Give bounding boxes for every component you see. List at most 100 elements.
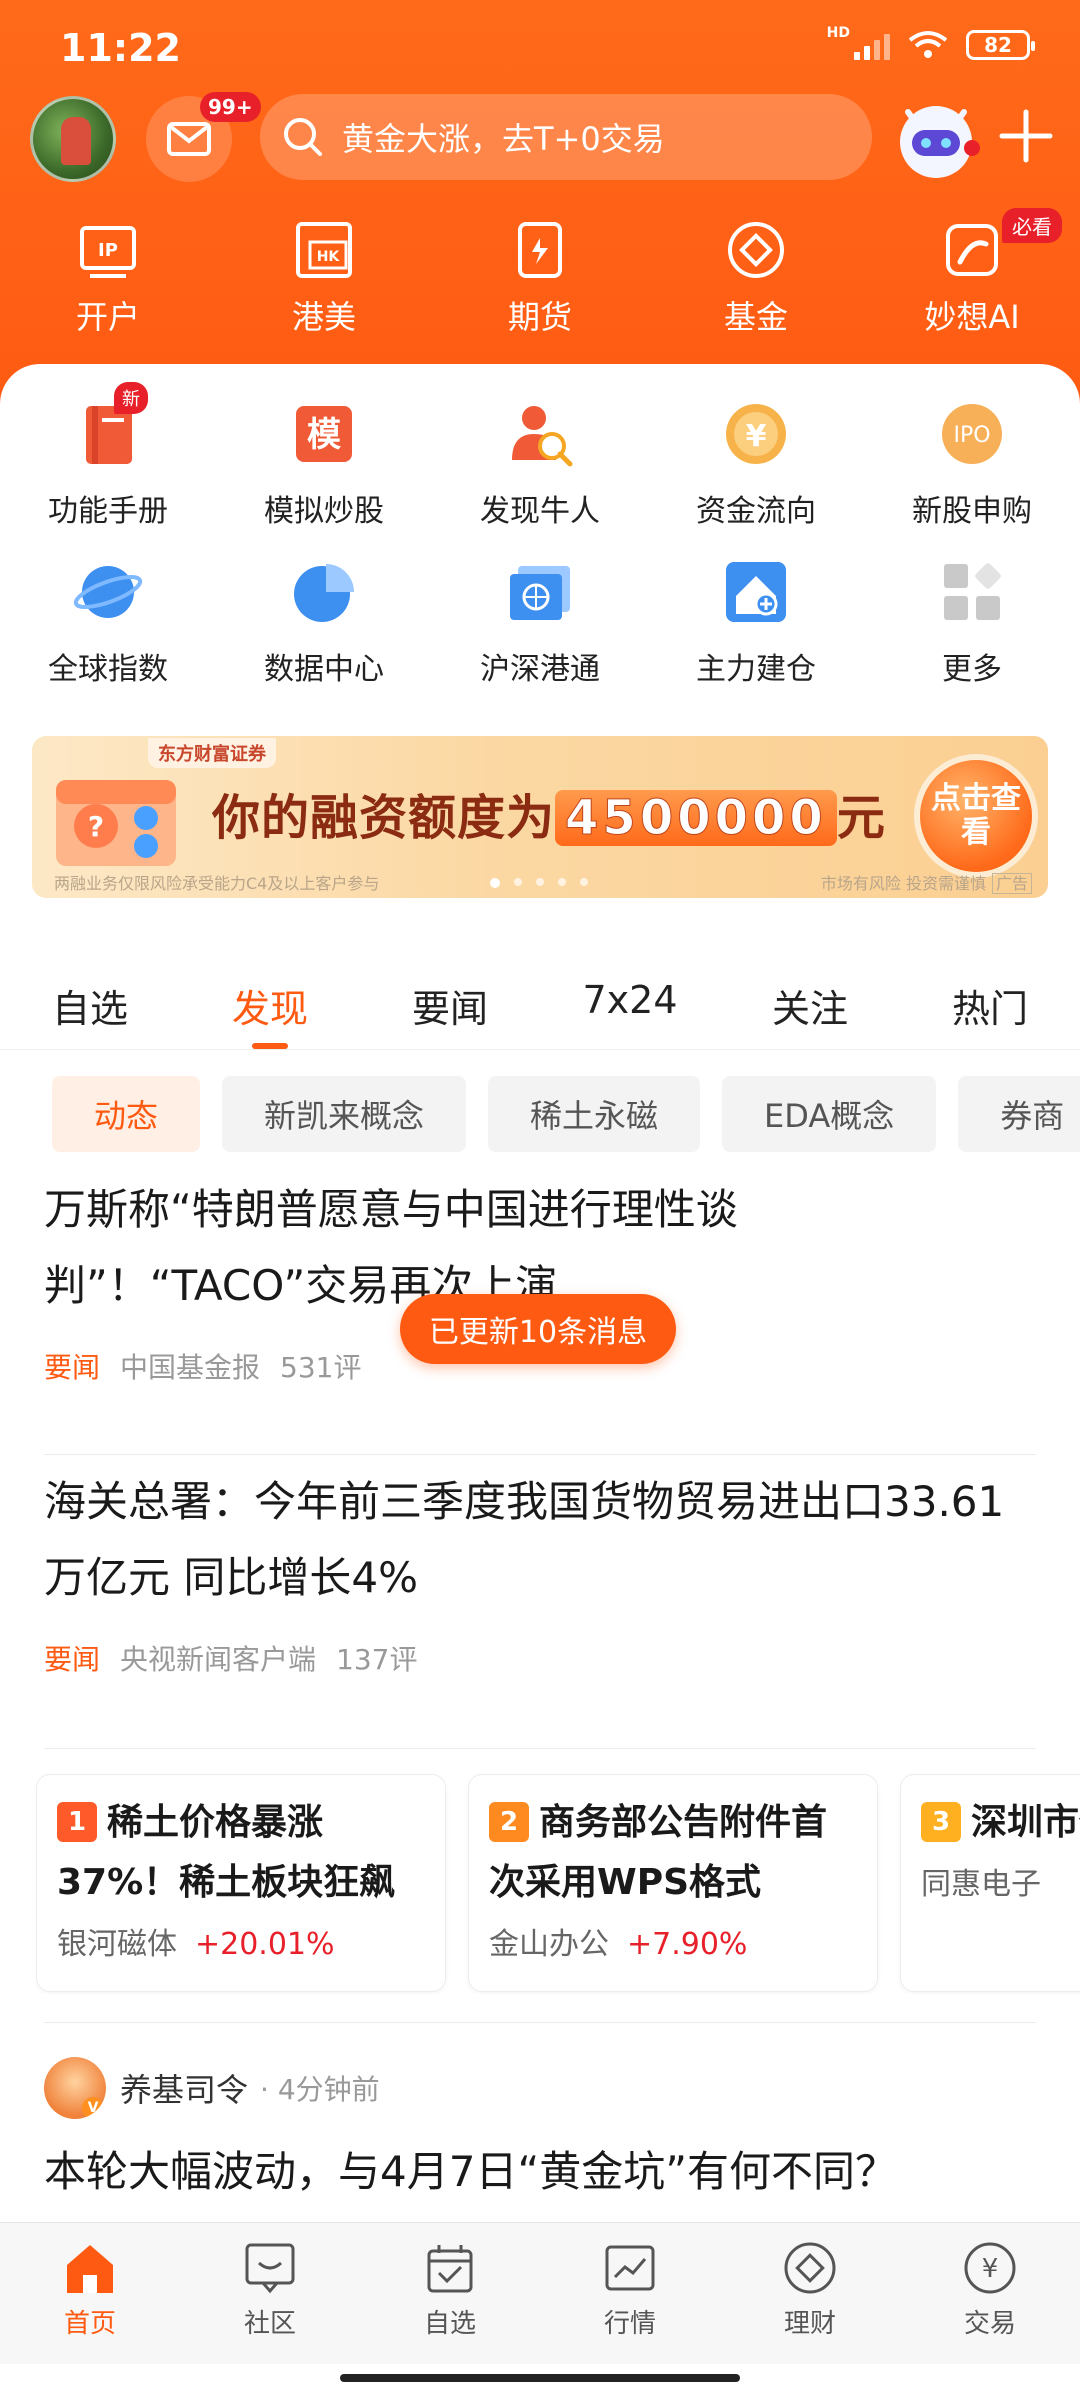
hot-topic-card[interactable]: 1 稀土价格暴涨37%！稀土板块狂飙 银河磁体 +20.01% <box>36 1774 446 1992</box>
hot-topic-card[interactable]: 3深圳市任：新凯 同惠电子 <box>900 1774 1080 1992</box>
feature-capital-flow[interactable]: ¥ 资金流向 <box>648 398 864 530</box>
hot-title-text: 深圳市任：新凯 <box>971 1802 1080 1843</box>
hot-topic-stock: 银河磁体 +20.01% <box>57 1919 425 1963</box>
global-index-icon <box>73 566 143 618</box>
bottom-nav-market[interactable]: 行情 <box>540 2223 720 2364</box>
news-tag: 要闻 <box>44 1351 101 1384</box>
bottom-nav-label: 理财 <box>783 2309 836 2339</box>
main-content: 新 功能手册 模 模拟炒股 发现牛人 ¥ 资金流向 IPO 新股申购 全球指数 … <box>0 364 1080 2224</box>
header: 11:22 HD 82 99+ 黄金大涨，去T+0交易 IP 开户 HK 港美 … <box>0 0 1080 420</box>
tab-7x24[interactable]: 7x24 <box>540 972 720 1049</box>
network-type: HD <box>826 25 850 41</box>
top-bar: 99+ 黄金大涨，去T+0交易 <box>0 92 1080 182</box>
bottom-nav-watchlist[interactable]: 自选 <box>360 2223 540 2364</box>
chip-topic[interactable]: 稀土永磁 <box>488 1076 701 1152</box>
update-toast[interactable]: 已更新10条消息 <box>400 1294 676 1364</box>
watchlist-icon <box>427 2245 473 2293</box>
nav-open-account[interactable]: IP 开户 <box>0 218 216 348</box>
feature-stock-connect[interactable]: 沪深港通 <box>432 556 648 688</box>
nav-futures[interactable]: 期货 <box>432 218 648 348</box>
hot-topic-card[interactable]: 2 商务部公告附件首次采用WPS格式 金山办公 +7.90% <box>468 1774 878 1992</box>
capital-flow-icon: ¥ <box>726 404 786 464</box>
search-placeholder: 黄金大涨，去T+0交易 <box>342 120 665 158</box>
nav-fund[interactable]: 基金 <box>648 218 864 348</box>
ipo-icon: IPO <box>942 404 1002 464</box>
more-icon <box>944 563 1001 620</box>
signal-icon <box>854 30 890 60</box>
search-input[interactable]: 黄金大涨，去T+0交易 <box>260 94 872 180</box>
must-see-badge: 必看 <box>1002 208 1062 243</box>
feature-grid-row-2: 全球指数 数据中心 沪深港通 主力建仓 更多 <box>0 556 1080 688</box>
status-time: 11:22 <box>60 26 181 70</box>
post-author[interactable]: 养基司令 · 4分钟前 <box>44 2056 380 2120</box>
nav-label: 基金 <box>723 298 788 336</box>
feature-discover[interactable]: 发现牛人 <box>432 398 648 530</box>
mail-icon <box>167 122 211 156</box>
chip-topic[interactable]: EDA概念 <box>722 1076 937 1152</box>
banner-headline: 你的融资额度为 4500000 元 <box>212 778 886 848</box>
tab-discover[interactable]: 发现 <box>180 972 360 1049</box>
post-time: · 4分钟前 <box>260 2073 380 2106</box>
margin-ad-banner[interactable]: 东方财富证券 ? 你的融资额度为 4500000 元 点击查看 两融业务仅限风险承受… <box>32 736 1048 898</box>
banner-disclaimer: 两融业务仅限风险承受能力C4及以上客户参与 <box>54 874 380 893</box>
feature-more[interactable]: 更多 <box>864 556 1080 688</box>
nav-ai[interactable]: 妙想AI 必看 <box>864 208 1080 348</box>
bottom-nav-home[interactable]: 首页 <box>0 2223 180 2364</box>
feature-global-index[interactable]: 全球指数 <box>0 556 216 688</box>
feature-label: 沪深港通 <box>480 652 600 687</box>
bottom-nav-label: 自选 <box>423 2309 476 2339</box>
new-badge: 新 <box>114 382 148 414</box>
tab-follow[interactable]: 关注 <box>720 972 900 1049</box>
bottom-nav-label: 行情 <box>603 2309 656 2339</box>
news-comments: 137评 <box>336 1643 418 1676</box>
user-avatar[interactable] <box>30 96 116 182</box>
feature-simulate[interactable]: 模 模拟炒股 <box>216 398 432 530</box>
open-account-icon: IP <box>80 226 136 278</box>
ad-label: 广告 <box>991 873 1032 894</box>
nav-hk-us[interactable]: HK 港美 <box>216 218 432 348</box>
wealth-icon <box>784 2242 836 2294</box>
hk-us-icon: HK <box>296 222 352 278</box>
feature-label: 资金流向 <box>696 494 816 529</box>
news-meta: 要闻 央视新闻客户端 137评 <box>44 1638 1036 1678</box>
hot-topic-title: 3深圳市任：新凯 <box>921 1793 1080 1853</box>
header-nav: IP 开户 HK 港美 期货 基金 妙想AI 必看 <box>0 208 1080 348</box>
chip-topic[interactable]: 券商 <box>958 1076 1080 1152</box>
bottom-nav-label: 社区 <box>243 2309 296 2339</box>
svg-text:?: ? <box>88 810 104 843</box>
svg-text:¥: ¥ <box>982 2254 999 2284</box>
feature-label: 全球指数 <box>48 652 168 687</box>
feature-ipo[interactable]: IPO 新股申购 <box>864 398 1080 530</box>
risk-text: 市场有风险 投资需谨慎 <box>820 874 986 893</box>
post-title[interactable]: 本轮大幅波动，与4月7日“黄金坑”有何不同？ <box>44 2138 897 2199</box>
author-avatar <box>44 2057 106 2119</box>
ai-robot-icon[interactable] <box>888 90 984 186</box>
chip-dynamic[interactable]: 动态 <box>52 1076 201 1152</box>
bottom-nav-community[interactable]: 社区 <box>180 2223 360 2364</box>
discover-expert-icon <box>512 406 573 467</box>
calendar-icon: ? <box>56 780 176 866</box>
bottom-nav-wealth[interactable]: 理财 <box>720 2223 900 2364</box>
tab-news[interactable]: 要闻 <box>360 972 540 1049</box>
news-item[interactable]: 海关总署：今年前三季度我国货物贸易进出口33.61万亿元 同比增长4% 要闻 央视… <box>44 1464 1036 1678</box>
feature-manual[interactable]: 新 功能手册 <box>0 382 216 530</box>
feature-data-center[interactable]: 数据中心 <box>216 556 432 688</box>
stock-name: 银河磁体 <box>57 1927 177 1962</box>
hot-title-text: 稀土价格暴涨37%！稀土板块狂飙 <box>57 1802 396 1903</box>
banner-cta-button[interactable]: 点击查看 <box>920 760 1032 872</box>
stock-connect-icon <box>510 566 570 620</box>
bottom-nav-trade[interactable]: ¥ 交易 <box>900 2223 1080 2364</box>
tab-hot[interactable]: 热门 <box>900 972 1080 1049</box>
ai-icon <box>946 224 998 276</box>
nav-label: 期货 <box>507 298 572 336</box>
message-button[interactable]: 99+ <box>146 92 261 182</box>
chip-topic[interactable]: 新凯来概念 <box>222 1076 467 1152</box>
add-icon[interactable] <box>996 106 1056 166</box>
status-bar: 11:22 HD 82 <box>0 0 1080 90</box>
data-center-icon <box>294 564 354 622</box>
tab-watchlist[interactable]: 自选 <box>0 972 180 1049</box>
divider <box>44 2022 1036 2023</box>
feature-main-force[interactable]: 主力建仓 <box>648 556 864 688</box>
bottom-nav: 首页 社区 自选 行情 理财 ¥ 交易 <box>0 2222 1080 2364</box>
author-name: 养基司令 <box>120 2071 249 2109</box>
